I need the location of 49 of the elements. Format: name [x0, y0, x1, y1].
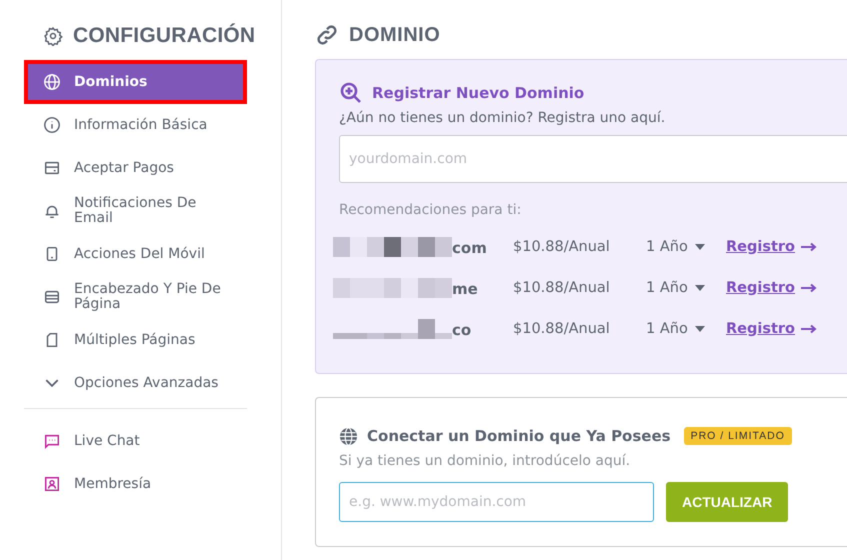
- sidebar-title: CONFIGURACIÓN: [73, 24, 256, 48]
- card-icon: [43, 159, 61, 177]
- sidebar-item[interactable]: Información Básica: [28, 107, 243, 143]
- sidebar-item[interactable]: Acciones Del Móvil: [28, 236, 243, 272]
- plan-badge: PRO / LIMITADO: [684, 427, 792, 445]
- caret-icon: [694, 244, 705, 250]
- register-link[interactable]: Registro: [726, 280, 796, 296]
- chat-icon: [43, 432, 61, 450]
- arrow-right-icon: [801, 242, 818, 252]
- globe-icon: [339, 426, 358, 446]
- globe-icon: [43, 73, 61, 91]
- sidebar-item[interactable]: Notificaciones De Email: [28, 193, 243, 229]
- page-title: DOMINIO: [349, 24, 440, 46]
- link-icon: [315, 23, 339, 47]
- sidebar-item[interactable]: Dominios: [28, 64, 243, 100]
- domain-search-field[interactable]: yourdomain.com: [339, 135, 847, 183]
- sidebar-item[interactable]: Encabezado Y Pie De Página: [28, 279, 243, 315]
- caret-icon: [694, 326, 705, 332]
- period-dropdown[interactable]: 1 Año: [646, 320, 726, 336]
- period-dropdown[interactable]: 1 Año: [646, 280, 726, 296]
- card-subtitle: Si ya tienes un dominio, introdúcelo aquí.: [339, 453, 632, 469]
- sidebar-item[interactable]: Múltiples Páginas: [28, 322, 243, 358]
- sidebar-item[interactable]: Aceptar Pagos: [28, 150, 243, 186]
- zoom-in-icon: [339, 81, 363, 105]
- domain-extension: co: [452, 320, 472, 338]
- domain-extension: me: [452, 280, 478, 298]
- domain-price: $10.88/Anual: [513, 280, 611, 296]
- domain-price: $10.88/Anual: [513, 238, 611, 254]
- domain-input-field[interactable]: e.g. www.mydomain.com: [339, 482, 654, 522]
- arrow-right-icon: [801, 324, 818, 334]
- sidebar-item[interactable]: Membresía: [28, 466, 243, 502]
- domain-extension: com: [452, 238, 487, 256]
- card-subtitle: ¿Aún no tienes un dominio? Registra uno aquí.: [339, 110, 666, 126]
- card-title: Registrar Nuevo Dominio: [372, 84, 584, 102]
- card-title: Conectar un Dominio que Ya Posees: [367, 427, 671, 445]
- arrow-right-icon: [801, 282, 818, 292]
- sidebar-item[interactable]: Live Chat: [28, 423, 243, 459]
- layout-icon: [43, 288, 61, 306]
- chevron-down-icon: [45, 379, 59, 387]
- info-icon: [43, 116, 61, 134]
- sidebar-item[interactable]: Opciones Avanzadas: [28, 365, 243, 401]
- settings-icon: [43, 26, 63, 46]
- register-link[interactable]: Registro: [726, 320, 796, 336]
- period-dropdown[interactable]: 1 Año: [646, 238, 726, 254]
- domain-price: $10.88/Anual: [513, 320, 611, 336]
- member-card-icon: [43, 475, 61, 493]
- register-link[interactable]: Registro: [726, 238, 796, 254]
- recommendations-label: Recomendaciones para ti:: [339, 202, 522, 218]
- caret-icon: [694, 284, 705, 290]
